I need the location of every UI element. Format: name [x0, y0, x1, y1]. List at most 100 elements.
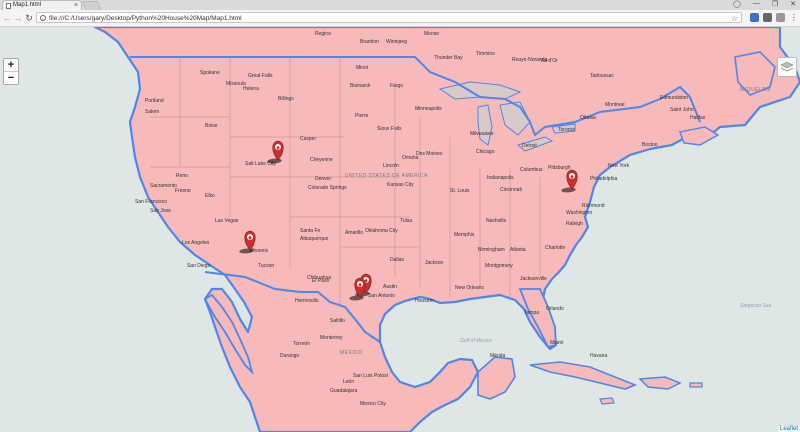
close-icon[interactable]: ×	[74, 1, 78, 10]
place-label: Albuquerque	[300, 236, 329, 242]
place-label: Edmundston	[660, 95, 688, 101]
place-label: Colorado Springs	[308, 185, 347, 191]
place-label: San Antonio	[368, 293, 395, 299]
place-label: Milwaukee	[470, 131, 494, 137]
browser-tab-strip: Map1.html × ◯ — ❐ ✕	[0, 0, 800, 12]
place-label: Detroit	[522, 143, 537, 149]
land-cuba	[529, 361, 638, 390]
land-yucatan	[477, 356, 516, 400]
place-label: Cheyenne	[310, 157, 333, 163]
extension-icon[interactable]	[750, 13, 759, 22]
leaflet-map[interactable]: Regina Brandon Winnipeg Moose Thunder Bay Tim…	[0, 27, 800, 432]
place-label: Raleigh	[566, 221, 583, 227]
place-label: Toronto	[558, 127, 575, 133]
place-label: Casper	[300, 136, 316, 142]
place-label: MIQUELON	[740, 87, 771, 93]
place-label: Kansas City	[387, 182, 414, 188]
zoom-out-button[interactable]: −	[4, 71, 18, 84]
place-label: Dallas	[390, 257, 404, 263]
place-label: Indianapolis	[487, 175, 514, 181]
back-button[interactable]: ←	[2, 13, 12, 23]
place-label: Cincinnati	[500, 187, 522, 193]
place-label: Denver	[315, 176, 331, 182]
place-label: Moose	[424, 31, 439, 37]
place-label: Orlando	[546, 306, 564, 312]
browser-tab[interactable]: Map1.html ×	[2, 0, 82, 10]
map-canvas: Regina Brandon Winnipeg Moose Thunder Bay Tim…	[93, 27, 800, 432]
page-icon	[6, 3, 11, 9]
extension-icon[interactable]	[763, 13, 772, 22]
attribution-link[interactable]: Leaflet	[777, 426, 800, 432]
place-label: Portland	[145, 98, 164, 104]
place-label: Birmingham	[478, 247, 505, 253]
reload-button[interactable]: ↻	[24, 13, 34, 23]
url-text: file:///C:/Users/gary/Desktop/Python%20H…	[49, 15, 242, 22]
place-label: UNITED STATES OF AMERICA	[345, 173, 428, 179]
place-label: Brandon	[360, 39, 379, 45]
place-label: Guadalajara	[330, 388, 357, 394]
place-label: Memphis	[454, 232, 475, 238]
place-label: Sargasso Sea	[740, 303, 772, 309]
place-label: Saint John	[670, 107, 694, 113]
zoom-in-button[interactable]: +	[4, 59, 18, 71]
place-label: Monterrey	[320, 335, 343, 341]
land-jamaica	[599, 397, 615, 405]
info-icon[interactable]: i	[40, 15, 46, 21]
place-label: Washington	[566, 210, 592, 216]
place-label: Billings	[278, 96, 294, 102]
place-label: Havana	[590, 353, 607, 359]
place-label: San Diego	[187, 263, 211, 269]
place-label: Amarillo	[345, 230, 363, 236]
place-label: San Jose	[150, 208, 171, 214]
place-label: Timmins	[476, 51, 495, 57]
place-label: Montgomery	[485, 263, 513, 269]
place-label: MÉXICO	[340, 349, 363, 356]
extension-icon[interactable]	[776, 13, 785, 22]
restore-button[interactable]: ❐	[772, 0, 778, 10]
place-label: Saltillo	[330, 318, 345, 324]
place-label: Hermosillo	[295, 298, 319, 304]
place-label: Tampa	[524, 310, 539, 316]
place-label: Fargo	[390, 83, 403, 89]
place-label: Mexico City	[360, 401, 386, 407]
place-label: Las Vegas	[215, 218, 239, 224]
land-hispaniola	[638, 376, 682, 390]
layers-control-button[interactable]	[777, 57, 797, 77]
menu-icon[interactable]: ⋮	[790, 13, 798, 22]
place-label: Bismarck	[350, 83, 371, 89]
place-label: Oklahoma City	[365, 228, 398, 234]
place-label: Salem	[145, 109, 159, 115]
forward-button[interactable]: →	[13, 13, 23, 23]
place-label: Pittsburgh	[548, 165, 571, 171]
layers-icon	[780, 61, 794, 72]
tab-title: Map1.html	[13, 2, 42, 8]
place-label: Austin	[383, 284, 397, 290]
place-label: Val-d'Or	[540, 58, 558, 64]
place-label: Helena	[243, 86, 259, 92]
place-label: Ottawa	[580, 115, 596, 121]
address-bar[interactable]: i file:///C:/Users/gary/Desktop/Python%2…	[36, 12, 742, 23]
land-puerto-rico	[689, 382, 703, 388]
place-label: Regina	[315, 31, 331, 37]
place-label: Santa Fe	[300, 228, 321, 234]
place-label: Los Angeles	[182, 240, 210, 246]
place-label: New Orleans	[455, 285, 484, 291]
minimize-button[interactable]: —	[753, 0, 760, 10]
place-label: Durango	[280, 353, 299, 359]
place-label: Spokane	[200, 70, 220, 76]
close-window-button[interactable]: ✕	[790, 0, 796, 10]
place-label: Thunder Bay	[434, 55, 463, 61]
place-label: San Francisco	[135, 199, 167, 205]
place-label: Houston	[415, 298, 434, 304]
place-label: Winnipeg	[386, 39, 407, 45]
place-label: Elko	[205, 193, 215, 199]
place-label: León	[343, 379, 354, 385]
place-label: Pierre	[355, 113, 369, 119]
place-label: Columbus	[520, 167, 543, 173]
place-label: Torreón	[293, 341, 310, 347]
profile-icon[interactable]: ◯	[733, 0, 741, 10]
land-florida	[518, 288, 557, 349]
browser-toolbar: ← → ↻ i file:///C:/Users/gary/Desktop/Py…	[0, 10, 800, 27]
star-icon[interactable]: ☆	[731, 13, 738, 24]
place-label: Lincoln	[383, 163, 399, 169]
